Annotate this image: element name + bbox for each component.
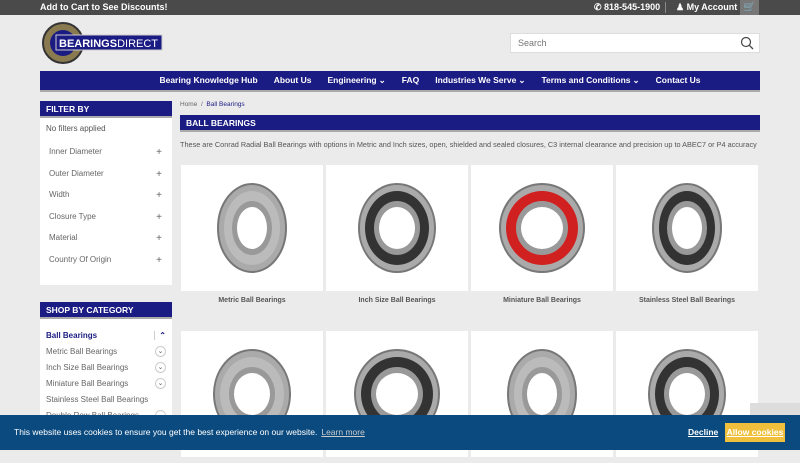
category-item[interactable]: Metric Ball Bearings ⌄ [46, 343, 166, 359]
account-label: My Account [686, 2, 738, 12]
search-input[interactable] [511, 34, 731, 52]
product-image[interactable] [181, 165, 323, 291]
plus-icon: + [156, 147, 162, 158]
product-card[interactable]: Metric Ball Bearings [181, 165, 323, 304]
product-card[interactable]: Stainless Steel Ball Bearings [616, 165, 758, 304]
nav-item[interactable]: Industries We Serve [435, 71, 516, 90]
top-bar: Add to Cart to See Discounts! ✆ 818-545-… [0, 0, 800, 15]
category-item[interactable]: Stainless Steel Ball Bearings [46, 391, 166, 407]
category-label: Ball Bearings [46, 330, 98, 340]
filter-item[interactable]: Width + [46, 190, 166, 212]
chevron-up-icon[interactable]: ⌃ [154, 330, 166, 340]
cart-icon[interactable]: 🛒 [740, 0, 759, 15]
category-label: Stainless Steel Ball Bearings [46, 394, 149, 404]
filter-title: FILTER BY [40, 101, 172, 118]
search-box [510, 33, 760, 53]
no-filters-text: No filters applied [46, 124, 106, 133]
main-nav: Bearing Knowledge Hub About Us Engineering… [40, 71, 760, 92]
product-image[interactable] [616, 165, 758, 291]
chevron-down-icon[interactable]: ⌄ [155, 377, 166, 389]
phone-link[interactable]: ✆ 818-545-1900 [594, 2, 660, 13]
category-title: SHOP BY CATEGORY [40, 302, 172, 319]
nav-item[interactable]: Contact Us [656, 71, 701, 90]
filter-item[interactable]: Material + [46, 233, 166, 255]
nav-item[interactable]: Bearing Knowledge Hub [159, 71, 257, 90]
plus-icon: + [156, 233, 162, 244]
chevron-down-icon: ⌄ [632, 75, 640, 85]
breadcrumb: Home / Ball Bearings [180, 101, 245, 108]
filter-label: Outer Diameter [49, 168, 104, 178]
promo-text: Add to Cart to See Discounts! [40, 2, 168, 12]
cookie-message: This website uses cookies to ensure you … [14, 427, 318, 437]
breadcrumb-current[interactable]: Ball Bearings [206, 101, 244, 108]
filter-item[interactable]: Inner Diameter + [46, 147, 166, 169]
search-icon[interactable] [740, 36, 754, 50]
breadcrumb-home[interactable]: Home [180, 101, 197, 108]
learn-more-link[interactable]: Learn more [321, 427, 364, 437]
plus-icon: + [156, 168, 162, 180]
phone-number: 818-545-1900 [604, 2, 661, 12]
decline-button[interactable]: Decline [688, 427, 718, 437]
plus-icon: + [156, 254, 162, 266]
filter-item[interactable]: Outer Diameter + [46, 169, 166, 191]
product-card[interactable]: Inch Size Ball Bearings [326, 165, 468, 304]
chevron-down-icon: ⌄ [518, 75, 526, 85]
category-item[interactable]: Ball Bearings ⌃ [46, 327, 166, 343]
product-card[interactable]: Miniature Ball Bearings [471, 165, 613, 304]
category-item[interactable]: Miniature Ball Bearings ⌄ [46, 375, 166, 391]
plus-icon: + [156, 211, 162, 223]
filter-label: Material [49, 233, 78, 242]
logo[interactable]: BEARINGSDIRECT [42, 22, 164, 64]
chevron-down-icon: ⌄ [378, 75, 386, 85]
category-label: Metric Ball Bearings [46, 346, 118, 356]
filter-label: Closure Type [49, 211, 96, 221]
filter-item[interactable]: Country Of Origin + [46, 255, 166, 277]
category-label: Miniature Ball Bearings [46, 378, 129, 388]
filter-panel: FILTER BY No filters applied Inner Diame… [40, 101, 172, 285]
category-item[interactable]: Inch Size Ball Bearings ⌄ [46, 359, 166, 375]
page-description: These are Conrad Radial Ball Bearings wi… [180, 140, 757, 149]
filter-item[interactable]: Closure Type + [46, 212, 166, 234]
chevron-down-icon[interactable]: ⌄ [155, 361, 166, 373]
product-image[interactable] [471, 165, 613, 291]
nav-item[interactable]: About Us [274, 71, 312, 90]
nav-item[interactable]: FAQ [402, 71, 419, 90]
nav-item[interactable]: Engineering [327, 71, 376, 90]
product-image[interactable] [326, 165, 468, 291]
category-label: Inch Size Ball Bearings [46, 362, 129, 372]
filter-label: Inner Diameter [49, 147, 102, 156]
main-content: Home / Ball Bearings BALL BEARINGS These… [180, 101, 760, 457]
chevron-down-icon[interactable]: ⌄ [155, 345, 166, 357]
filter-label: Width [49, 190, 70, 199]
allow-cookies-button[interactable]: Allow cookies [725, 423, 785, 442]
my-account-link[interactable]: ♟ My Account [676, 2, 737, 13]
filter-label: Country Of Origin [49, 254, 112, 264]
nav-item[interactable]: Terms and Conditions [541, 71, 630, 90]
plus-icon: + [156, 190, 162, 201]
cookie-banner: This website uses cookies to ensure you … [0, 415, 800, 450]
svg-text:BEARINGSDIRECT: BEARINGSDIRECT [59, 38, 158, 50]
divider [665, 2, 666, 13]
page-title: BALL BEARINGS [180, 115, 760, 132]
